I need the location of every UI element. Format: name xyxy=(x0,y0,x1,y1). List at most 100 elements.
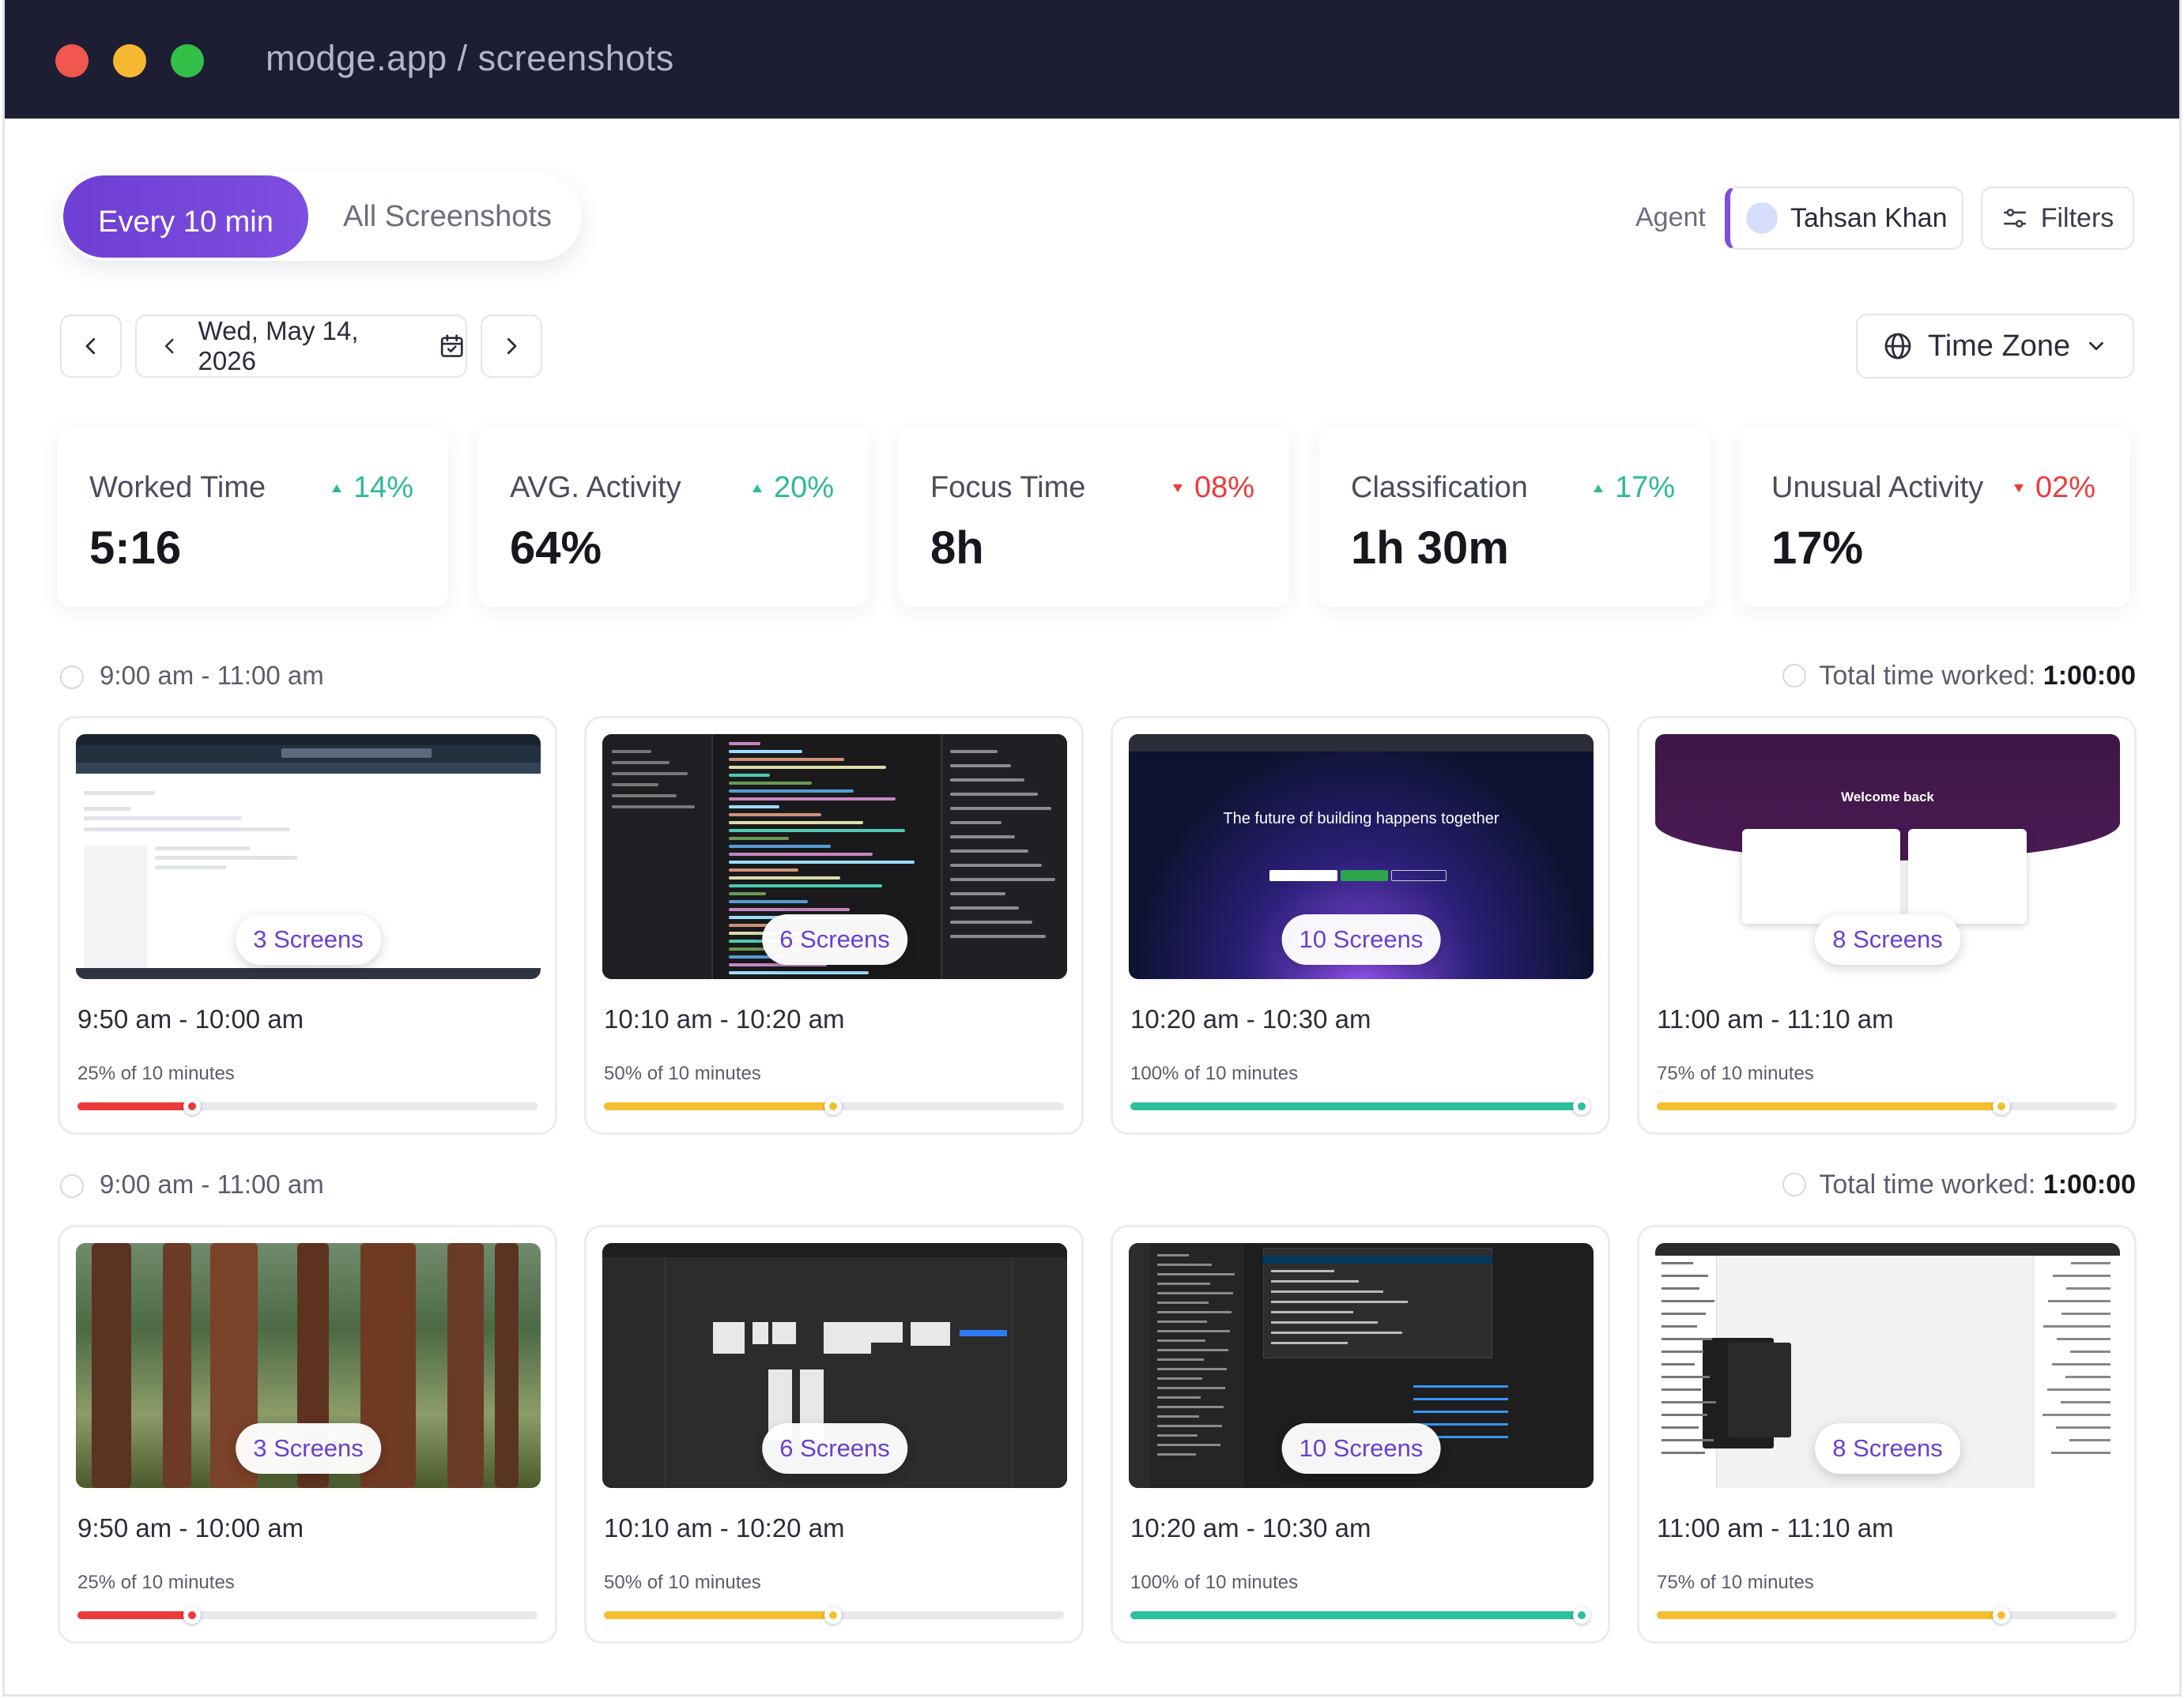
stat-card: Focus Time 08% 8h xyxy=(899,427,1289,607)
screenshot-card[interactable]: 3 Screens 9:50 am - 10:00 am 25% of 10 min… xyxy=(58,1225,557,1644)
stat-card: Unusual Activity 02% 17% xyxy=(1740,427,2130,607)
stat-value: 64% xyxy=(510,522,602,574)
screenshot-thumbnail[interactable]: 8 Screens xyxy=(1655,1243,2120,1488)
filter-sliders-icon xyxy=(2003,209,2026,228)
screenshot-card[interactable]: 10 Screens 10:20 am - 10:30 am 100% of 10 … xyxy=(1111,1225,1610,1644)
activity-progress-knob xyxy=(1993,1607,2010,1624)
agent-name: Tahsan Khan xyxy=(1790,202,1948,233)
stat-change-value: 02% xyxy=(2035,471,2095,504)
trend-down-icon xyxy=(1172,484,1183,492)
stat-change-value: 20% xyxy=(773,471,834,504)
activity-progress-bar xyxy=(77,1098,538,1115)
activity-progress-bar xyxy=(604,1098,1064,1115)
stat-label: Classification xyxy=(1351,471,1528,504)
stat-value: 5:16 xyxy=(89,522,182,574)
screenshot-thumbnail[interactable]: 3 Screens xyxy=(76,1243,541,1488)
maximize-window-button[interactable] xyxy=(171,44,204,77)
activity-progress-fill xyxy=(604,1611,828,1619)
card-activity-text: 100% of 10 minutes xyxy=(1130,1572,1299,1593)
card-time-range: 10:10 am - 10:20 am xyxy=(604,1513,845,1543)
screens-count-badge[interactable]: 10 Screens xyxy=(1281,1423,1441,1474)
section-time-range: 9:00 am - 11:00 am xyxy=(100,661,324,690)
activity-progress-bar xyxy=(1657,1607,2117,1624)
screenshot-thumbnail[interactable]: 6 Screens xyxy=(602,734,1067,979)
card-time-range: 11:00 am - 11:10 am xyxy=(1657,1004,1894,1034)
stat-change: 20% xyxy=(752,471,834,505)
window-title: modge.app / screenshots xyxy=(266,38,674,78)
activity-progress-fill xyxy=(1130,1102,1584,1110)
total-time-value: 1:00:00 xyxy=(2043,661,2136,691)
total-select-radio[interactable] xyxy=(1782,1173,1807,1196)
activity-progress-bar xyxy=(604,1607,1064,1624)
card-time-range: 10:10 am - 10:20 am xyxy=(604,1004,845,1034)
card-time-range: 9:50 am - 10:00 am xyxy=(77,1004,304,1034)
stat-value: 8h xyxy=(930,522,984,574)
agent-selector[interactable]: Tahsan Khan xyxy=(1725,186,1963,250)
stat-change: 02% xyxy=(2013,471,2095,505)
activity-progress-bar xyxy=(1130,1607,1590,1624)
stat-change-value: 14% xyxy=(353,471,413,504)
screens-count-badge[interactable]: 6 Screens xyxy=(762,914,907,965)
screens-count-badge[interactable]: 8 Screens xyxy=(1815,1423,1960,1474)
card-time-range: 9:50 am - 10:00 am xyxy=(77,1513,304,1543)
section-select-radio[interactable] xyxy=(60,1174,84,1198)
activity-progress-knob xyxy=(824,1607,842,1624)
screenshot-card[interactable]: 3 Screens 9:50 am - 10:00 am 25% of 10 min… xyxy=(58,716,557,1135)
tab-all-screenshots[interactable]: All Screenshots xyxy=(321,172,574,261)
thumbnail-headline: Welcome back xyxy=(1841,789,1934,804)
trend-up-icon xyxy=(331,484,341,492)
selected-date: Wed, May 14, 2026 xyxy=(198,316,359,375)
screens-count-badge[interactable]: 6 Screens xyxy=(762,1423,907,1474)
trend-up-icon xyxy=(1593,484,1603,492)
activity-progress-fill xyxy=(604,1102,828,1110)
section-header: 9:00 am - 11:00 am Total time worked: 1:0… xyxy=(60,1166,2136,1206)
section-time-range: 9:00 am - 11:00 am xyxy=(100,1170,324,1199)
screenshot-card[interactable]: Welcome back 8 Screens 11:00 am - 11:10 am… xyxy=(1637,716,2137,1135)
tab-every-10-min[interactable]: Every 10 min xyxy=(63,175,308,258)
activity-progress-fill xyxy=(77,1102,187,1110)
calendar-icon[interactable] xyxy=(438,332,466,360)
card-time-range: 10:20 am - 10:30 am xyxy=(1130,1004,1371,1034)
stat-change-value: 08% xyxy=(1194,471,1254,504)
card-activity-text: 50% of 10 minutes xyxy=(604,1572,761,1593)
screenshot-thumbnail[interactable]: 6 Screens xyxy=(602,1243,1067,1488)
filters-button[interactable]: Filters xyxy=(1981,186,2134,250)
card-time-range: 11:00 am - 11:10 am xyxy=(1657,1513,1894,1543)
chevron-left-icon[interactable] xyxy=(159,335,181,357)
close-window-button[interactable] xyxy=(55,44,89,77)
screenshot-card[interactable]: 6 Screens 10:10 am - 10:20 am 50% of 10 mi… xyxy=(584,716,1084,1135)
screenshot-card[interactable]: The future of building happens together 1… xyxy=(1111,716,1610,1135)
activity-progress-fill xyxy=(1130,1611,1584,1619)
screens-count-badge[interactable]: 10 Screens xyxy=(1281,914,1441,965)
stat-value: 17% xyxy=(1771,522,1864,574)
screens-count-badge[interactable]: 3 Screens xyxy=(236,1423,381,1474)
view-toggle: Every 10 min All Screenshots xyxy=(60,172,582,261)
stat-label: Focus Time xyxy=(930,471,1086,504)
screenshot-card[interactable]: 6 Screens 10:10 am - 10:20 am 50% of 10 mi… xyxy=(584,1225,1084,1644)
screenshot-thumbnail[interactable]: 3 Screens xyxy=(76,734,541,979)
trend-down-icon xyxy=(2013,484,2024,492)
screens-count-badge[interactable]: 8 Screens xyxy=(1815,914,1960,965)
filters-label: Filters xyxy=(2040,202,2114,233)
activity-progress-fill xyxy=(1657,1102,1996,1110)
screenshot-card[interactable]: 8 Screens 11:00 am - 11:10 am 75% of 10 mi… xyxy=(1637,1225,2137,1644)
screens-count-badge[interactable]: 3 Screens xyxy=(236,914,381,965)
activity-progress-bar xyxy=(77,1607,538,1624)
stat-label: Worked Time xyxy=(89,471,266,504)
screenshot-thumbnail[interactable]: Welcome back 8 Screens xyxy=(1655,734,2120,979)
total-select-radio[interactable] xyxy=(1782,664,1807,688)
next-day-button[interactable] xyxy=(481,315,542,378)
minimize-window-button[interactable] xyxy=(113,44,146,77)
screenshot-thumbnail[interactable]: The future of building happens together 1… xyxy=(1129,734,1594,979)
date-picker[interactable]: Wed, May 14, 2026 xyxy=(135,315,467,378)
section-select-radio[interactable] xyxy=(60,665,84,689)
previous-day-button[interactable] xyxy=(60,315,122,378)
timezone-label: Time Zone xyxy=(1927,329,2071,363)
screenshot-thumbnail[interactable]: 10 Screens xyxy=(1129,1243,1594,1488)
activity-progress-knob xyxy=(1993,1098,2010,1115)
stat-label: AVG. Activity xyxy=(510,471,681,504)
timezone-dropdown[interactable]: Time Zone xyxy=(1856,314,2134,379)
stat-card: Worked Time 14% 5:16 xyxy=(58,427,448,607)
card-activity-text: 100% of 10 minutes xyxy=(1130,1063,1299,1084)
stat-change: 14% xyxy=(331,471,413,505)
